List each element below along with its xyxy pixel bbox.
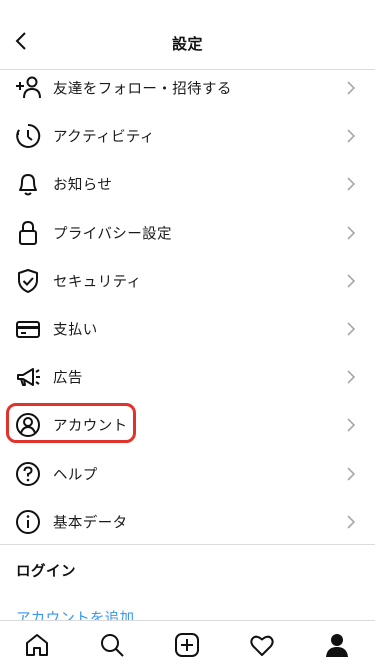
chevron-right-icon [347, 467, 356, 481]
page-title: 設定 [171, 35, 203, 53]
card-icon [14, 315, 42, 343]
menu-label: アカウント [53, 418, 128, 435]
info-icon [14, 508, 42, 536]
menu-item-notifications[interactable]: お知らせ [0, 160, 375, 208]
megaphone-icon [14, 363, 42, 391]
activity-clock-icon [14, 122, 42, 150]
home-icon[interactable] [23, 631, 51, 659]
menu-item-ads[interactable]: 広告 [0, 353, 375, 401]
menu-label: セキュリティ [53, 274, 142, 291]
divider [0, 544, 375, 545]
chevron-right-icon [347, 515, 356, 529]
person-circle-icon [14, 411, 42, 439]
chevron-right-icon [347, 226, 356, 240]
bottom-tab-bar [0, 620, 375, 667]
menu-item-account[interactable]: アカウント [0, 401, 375, 449]
lock-icon [14, 219, 42, 247]
profile-icon[interactable] [323, 631, 351, 659]
menu-item-help[interactable]: ヘルプ [0, 450, 375, 498]
menu-label: アクティビティ [53, 129, 155, 146]
login-section-title: ログイン [16, 564, 76, 580]
menu-label: プライバシー設定 [53, 226, 172, 243]
heart-icon[interactable] [248, 631, 276, 659]
settings-menu: 友達をフォロー・招待する アクティビティ お知らせ プライバシー設定 セキュリテ… [0, 64, 375, 546]
menu-label: 広告 [53, 370, 83, 387]
chevron-right-icon [347, 177, 356, 192]
menu-item-payments[interactable]: 支払い [0, 305, 375, 353]
bell-icon [14, 170, 42, 198]
menu-label: お知らせ [53, 177, 113, 194]
menu-item-invite-friends[interactable]: 友達をフォロー・招待する [0, 64, 375, 112]
menu-label: 支払い [53, 322, 98, 339]
menu-item-activity[interactable]: アクティビティ [0, 112, 375, 160]
shield-check-icon [14, 267, 42, 295]
help-icon [14, 460, 42, 488]
chevron-right-icon [347, 370, 356, 384]
menu-label: 基本データ [53, 515, 128, 532]
top-bar: 設定 [0, 0, 375, 70]
search-icon[interactable] [98, 631, 126, 659]
menu-item-security[interactable]: セキュリティ [0, 257, 375, 305]
menu-item-about[interactable]: 基本データ [0, 498, 375, 546]
chevron-right-icon [347, 418, 356, 432]
add-person-icon [14, 74, 42, 102]
chevron-right-icon [347, 81, 356, 95]
chevron-right-icon [347, 274, 356, 288]
chevron-right-icon [347, 322, 356, 336]
new-post-icon[interactable] [173, 631, 201, 659]
menu-label: 友達をフォロー・招待する [53, 81, 232, 98]
menu-label: ヘルプ [53, 467, 98, 484]
menu-item-privacy[interactable]: プライバシー設定 [0, 209, 375, 257]
chevron-right-icon [347, 129, 356, 143]
